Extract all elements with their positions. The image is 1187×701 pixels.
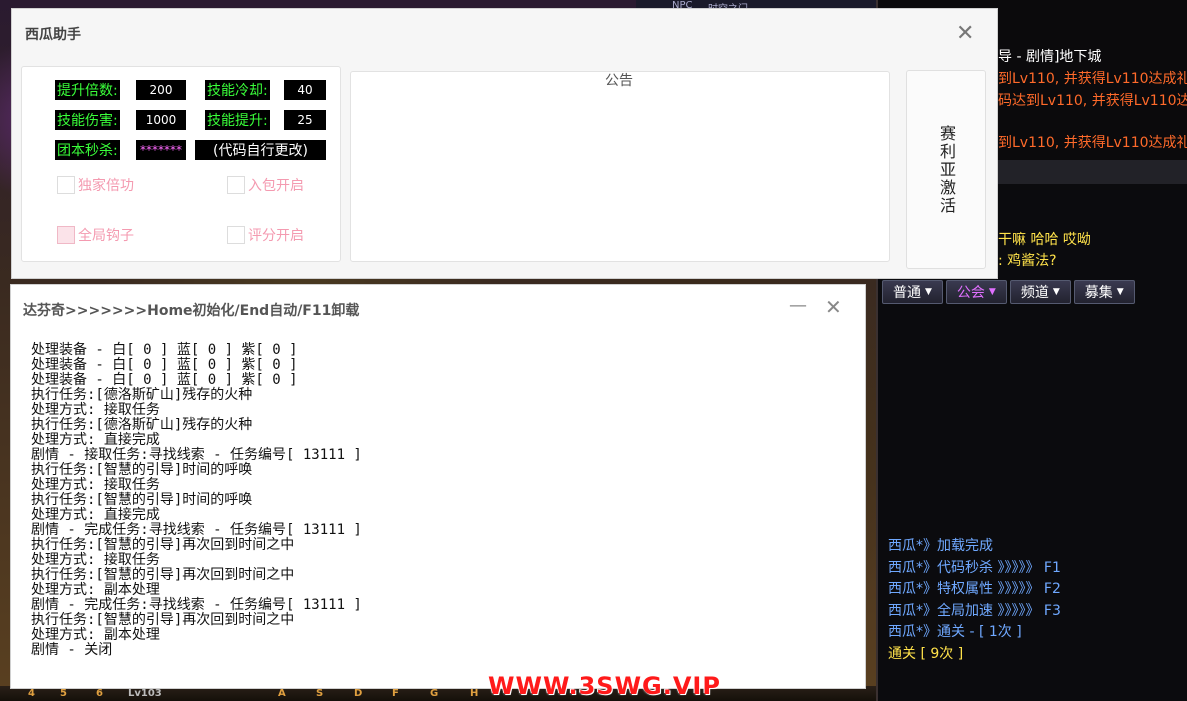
chat-log-line: 西瓜*》特权属性 》》》》》 F2 (888, 581, 1061, 597)
system-message: 码达到Lv110, 并获得Lv110达成 (998, 90, 1187, 110)
hotkey-label: 4 (28, 688, 35, 699)
log-line: 处理方式: 接取任务 (31, 402, 160, 418)
exclusive-multiplier-checkbox[interactable]: 独家倍功 (57, 175, 134, 195)
log-line: 执行任务:[德洛斯矿山]残存的火种 (31, 417, 253, 433)
log-line: 处理方式: 副本处理 (31, 582, 160, 598)
hotkey-label: S (316, 688, 324, 699)
tab-channel[interactable]: 频道 ▼ (1009, 280, 1071, 304)
checkbox-label: 评分开启 (248, 228, 304, 244)
chat-log: 西瓜*》加载完成 西瓜*》代码秒杀 》》》》》 F1 西瓜*》特权属性 》》》》… (888, 536, 1061, 665)
log-line: 剧情 - 关闭 (31, 642, 113, 658)
tab-label: 公会 (956, 285, 985, 301)
boost-multiplier-label: 提升倍数: (55, 80, 120, 100)
chat-log-line: 通关 [ 9次 ] (888, 645, 964, 662)
checkbox-label: 全局钩子 (78, 228, 134, 244)
checkbox-square (227, 176, 245, 194)
system-message-text: 到Lv110, 并获得Lv110达成礼盒 (998, 135, 1187, 151)
skill-boost-input[interactable] (284, 110, 326, 130)
notice-title: 公告 (605, 73, 633, 89)
system-message: 到Lv110, 并获得Lv110达成礼盒 (998, 68, 1187, 88)
chevron-down-icon: ▼ (988, 287, 996, 297)
activate-button-label: 赛利亚激活 (937, 124, 956, 215)
skill-damage-label: 技能伤害: (55, 110, 120, 130)
system-message: 导 - 剧情]地下城 (998, 46, 1101, 66)
chevron-down-icon: ▼ (1052, 287, 1060, 297)
log-line: 执行任务:[智慧的引导]再次回到时间之中 (31, 612, 295, 628)
log-line: 处理装备 - 白[ 0 ] 蓝[ 0 ] 紫[ 0 ] (31, 372, 298, 388)
system-message-text: 到Lv110, 并获得Lv110达成礼盒 (998, 71, 1187, 87)
checkbox-square (57, 176, 75, 194)
auto-pickup-checkbox[interactable]: 入包开启 (227, 175, 304, 195)
raid-instakill-input[interactable] (136, 140, 186, 160)
skill-damage-input[interactable] (136, 110, 186, 130)
activate-button[interactable]: 赛利亚激活 (906, 70, 986, 269)
log-line: 执行任务:[智慧的引导]时间的呼唤 (31, 462, 253, 478)
hotkey-label: 6 (96, 688, 103, 699)
log-line: 执行任务:[德洛斯矿山]残存的火种 (31, 387, 253, 403)
chat-log-line: 西瓜*》代码秒杀 》》》》》 F1 (888, 559, 1061, 576)
system-message: 到Lv110, 并获得Lv110达成礼盒 (998, 132, 1187, 152)
chevron-down-icon: ▼ (1116, 287, 1124, 297)
window-title: 西瓜助手 (25, 27, 81, 43)
checkbox-label: 入包开启 (248, 178, 304, 194)
log-line: 处理方式: 副本处理 (31, 627, 160, 643)
system-message-text: 导 - 剧情]地下城 (998, 49, 1102, 65)
log-output: 处理装备 - 白[ 0 ] 蓝[ 0 ] 紫[ 0 ] 处理装备 - 白[ 0 … (31, 343, 362, 658)
tab-normal[interactable]: 普通 ▼ (882, 280, 943, 304)
score-enable-checkbox[interactable]: 评分开启 (227, 225, 304, 245)
tab-guild[interactable]: 公会 ▼ (945, 280, 1007, 304)
davinci-log-window: 达芬奇>>>>>>>Home初始化/End自动/F11卸载 — ✕ 处理装备 -… (10, 284, 866, 689)
chat-log-line: 西瓜*》通关 - [ 1次 ] (888, 624, 1022, 640)
skill-cooldown-label: 技能冷却: (205, 80, 270, 100)
tab-label: 频道 (1020, 285, 1049, 301)
minimize-icon[interactable]: — (789, 295, 807, 316)
close-icon[interactable]: ✕ (825, 297, 842, 317)
checkbox-square (227, 226, 245, 244)
log-line: 执行任务:[智慧的引导]再次回到时间之中 (31, 567, 295, 583)
chat-message: 干嘛 哈哈 哎呦 (998, 232, 1091, 248)
window-title: 达芬奇>>>>>>>Home初始化/End自动/F11卸载 (23, 303, 360, 319)
checkbox-label: 独家倍功 (78, 178, 134, 194)
chevron-down-icon: ▼ (925, 287, 932, 297)
system-message-text: 码达到Lv110, 并获得Lv110达成 (998, 93, 1187, 109)
site-watermark: WWW.3SWG.VIP (488, 672, 721, 700)
global-hook-checkbox[interactable]: 全局钩子 (57, 225, 134, 245)
skill-boost-label: 技能提升: (205, 110, 270, 130)
log-line: 处理方式: 接取任务 (31, 477, 160, 493)
settings-panel: 提升倍数: 技能冷却: 技能伤害: 技能提升: 团本秒杀: (代码自行更改) 独… (21, 66, 341, 262)
log-line: 剧情 - 完成任务:寻找线索 - 任务编号[ 13111 ] (31, 597, 362, 613)
log-line: 剧情 - 完成任务:寻找线索 - 任务编号[ 13111 ] (31, 522, 362, 538)
close-icon[interactable]: ✕ (956, 23, 974, 45)
tab-recruit[interactable]: 募集 ▼ (1073, 280, 1135, 304)
hotkey-label: F (392, 688, 399, 699)
hotkey-label: H (470, 688, 479, 699)
checkbox-square (57, 226, 75, 244)
code-note: (代码自行更改) (195, 140, 326, 160)
log-line: 执行任务:[智慧的引导]时间的呼唤 (31, 492, 253, 508)
log-line: 处理方式: 接取任务 (31, 552, 160, 568)
hotkey-label: G (430, 688, 439, 699)
log-line: 处理方式: 直接完成 (31, 432, 160, 448)
level-label: Lv103 (128, 688, 162, 699)
boost-multiplier-input[interactable] (136, 80, 186, 100)
log-line: 处理装备 - 白[ 0 ] 蓝[ 0 ] 紫[ 0 ] (31, 357, 298, 373)
tab-label: 普通 (893, 285, 921, 301)
chat-message: : 鸡酱法? (998, 253, 1057, 269)
log-line: 处理方式: 直接完成 (31, 507, 160, 523)
xigua-assistant-window: 西瓜助手 ✕ 提升倍数: 技能冷却: 技能伤害: 技能提升: 团本秒杀: (代码… (11, 8, 998, 279)
raid-instakill-label: 团本秒杀: (55, 140, 120, 160)
log-line: 剧情 - 接取任务:寻找线索 - 任务编号[ 13111 ] (31, 447, 362, 463)
hotkey-label: A (278, 688, 286, 699)
chat-log-line: 西瓜*》加载完成 (888, 538, 993, 554)
log-line: 处理装备 - 白[ 0 ] 蓝[ 0 ] 紫[ 0 ] (31, 342, 298, 358)
chat-log-line: 西瓜*》全局加速 》》》》》 F3 (888, 602, 1061, 619)
notice-panel: 公告 (350, 71, 890, 262)
chat-channel-tabs: 普通 ▼ 公会 ▼ 频道 ▼ 募集 ▼ (882, 280, 1135, 304)
hotkey-label: 5 (60, 688, 67, 699)
hotkey-label: D (354, 688, 363, 699)
log-line: 执行任务:[智慧的引导]再次回到时间之中 (31, 537, 295, 553)
skill-cooldown-input[interactable] (284, 80, 326, 100)
tab-label: 募集 (1084, 285, 1113, 301)
